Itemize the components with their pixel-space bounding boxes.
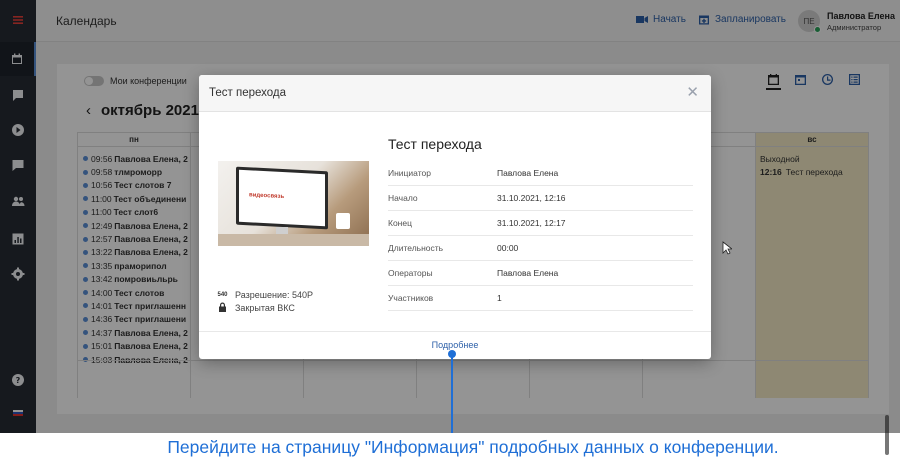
- close-icon[interactable]: ✕: [686, 85, 699, 100]
- detail-row: Инициатор Павлова Елена: [388, 161, 693, 186]
- detail-value: 1: [497, 293, 502, 303]
- detail-row: Длительность 00:00: [388, 236, 693, 261]
- detail-label: Начало: [388, 193, 418, 203]
- detail-row: Участников 1: [388, 286, 693, 311]
- detail-label: Конец: [388, 218, 412, 228]
- detail-label: Операторы: [388, 268, 433, 278]
- detail-value: 31.10.2021, 12:17: [497, 218, 566, 228]
- modal-header: Тест перехода ✕: [199, 75, 711, 112]
- more-details-link[interactable]: Подробнее: [432, 340, 479, 350]
- detail-label: Инициатор: [388, 168, 431, 178]
- detail-value: 31.10.2021, 12:16: [497, 193, 566, 203]
- callout-text: Перейдите на страницу "Информация" подро…: [167, 437, 779, 457]
- detail-value: 00:00: [497, 243, 519, 253]
- detail-value: Павлова Елена: [497, 268, 559, 278]
- lock-icon: [217, 302, 228, 314]
- detail-label: Длительность: [388, 243, 444, 253]
- detail-row: Конец 31.10.2021, 12:17: [388, 211, 693, 236]
- callout-line: [451, 353, 453, 433]
- callout-dot: [448, 350, 456, 358]
- conference-title: Тест перехода: [388, 136, 482, 152]
- mouse-cursor-icon: [722, 241, 732, 255]
- modal-title: Тест перехода: [209, 87, 287, 99]
- resolution-icon: 540: [217, 292, 228, 298]
- detail-row: Операторы Павлова Елена: [388, 261, 693, 286]
- closed-vks-info: Закрытая ВКС: [217, 302, 295, 314]
- closed-vks-text: Закрытая ВКС: [235, 303, 295, 313]
- thumbnail-logo: видеосвязь: [249, 192, 285, 201]
- resolution-info: 540 Разрешение: 540P: [217, 290, 313, 300]
- detail-label: Участников: [388, 293, 434, 303]
- resolution-text: Разрешение: 540P: [235, 290, 313, 300]
- conference-modal: Тест перехода ✕ видеосвязь 540 Разрешени…: [199, 75, 711, 359]
- conference-thumbnail: видеосвязь: [218, 161, 369, 246]
- detail-row: Начало 31.10.2021, 12:16: [388, 186, 693, 211]
- detail-value: Павлова Елена: [497, 168, 559, 178]
